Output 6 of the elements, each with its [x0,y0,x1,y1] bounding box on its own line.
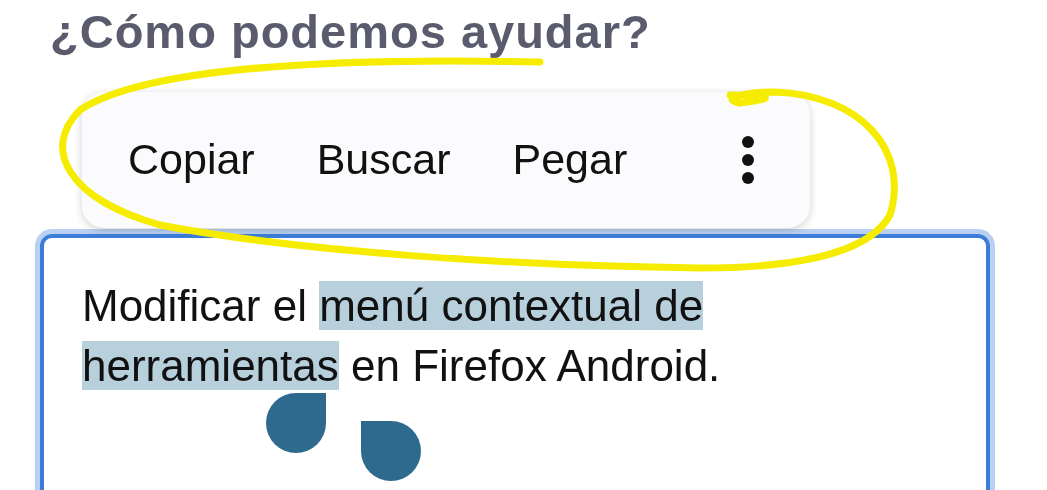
menu-item[interactable]: Buscar [300,134,467,186]
selection-handle[interactable] [360,420,422,482]
more-vert-icon [740,136,756,184]
selection-handle[interactable] [265,392,327,454]
menu-item[interactable]: Pegar [496,134,644,186]
menu-item[interactable]: Copiar [112,134,271,186]
